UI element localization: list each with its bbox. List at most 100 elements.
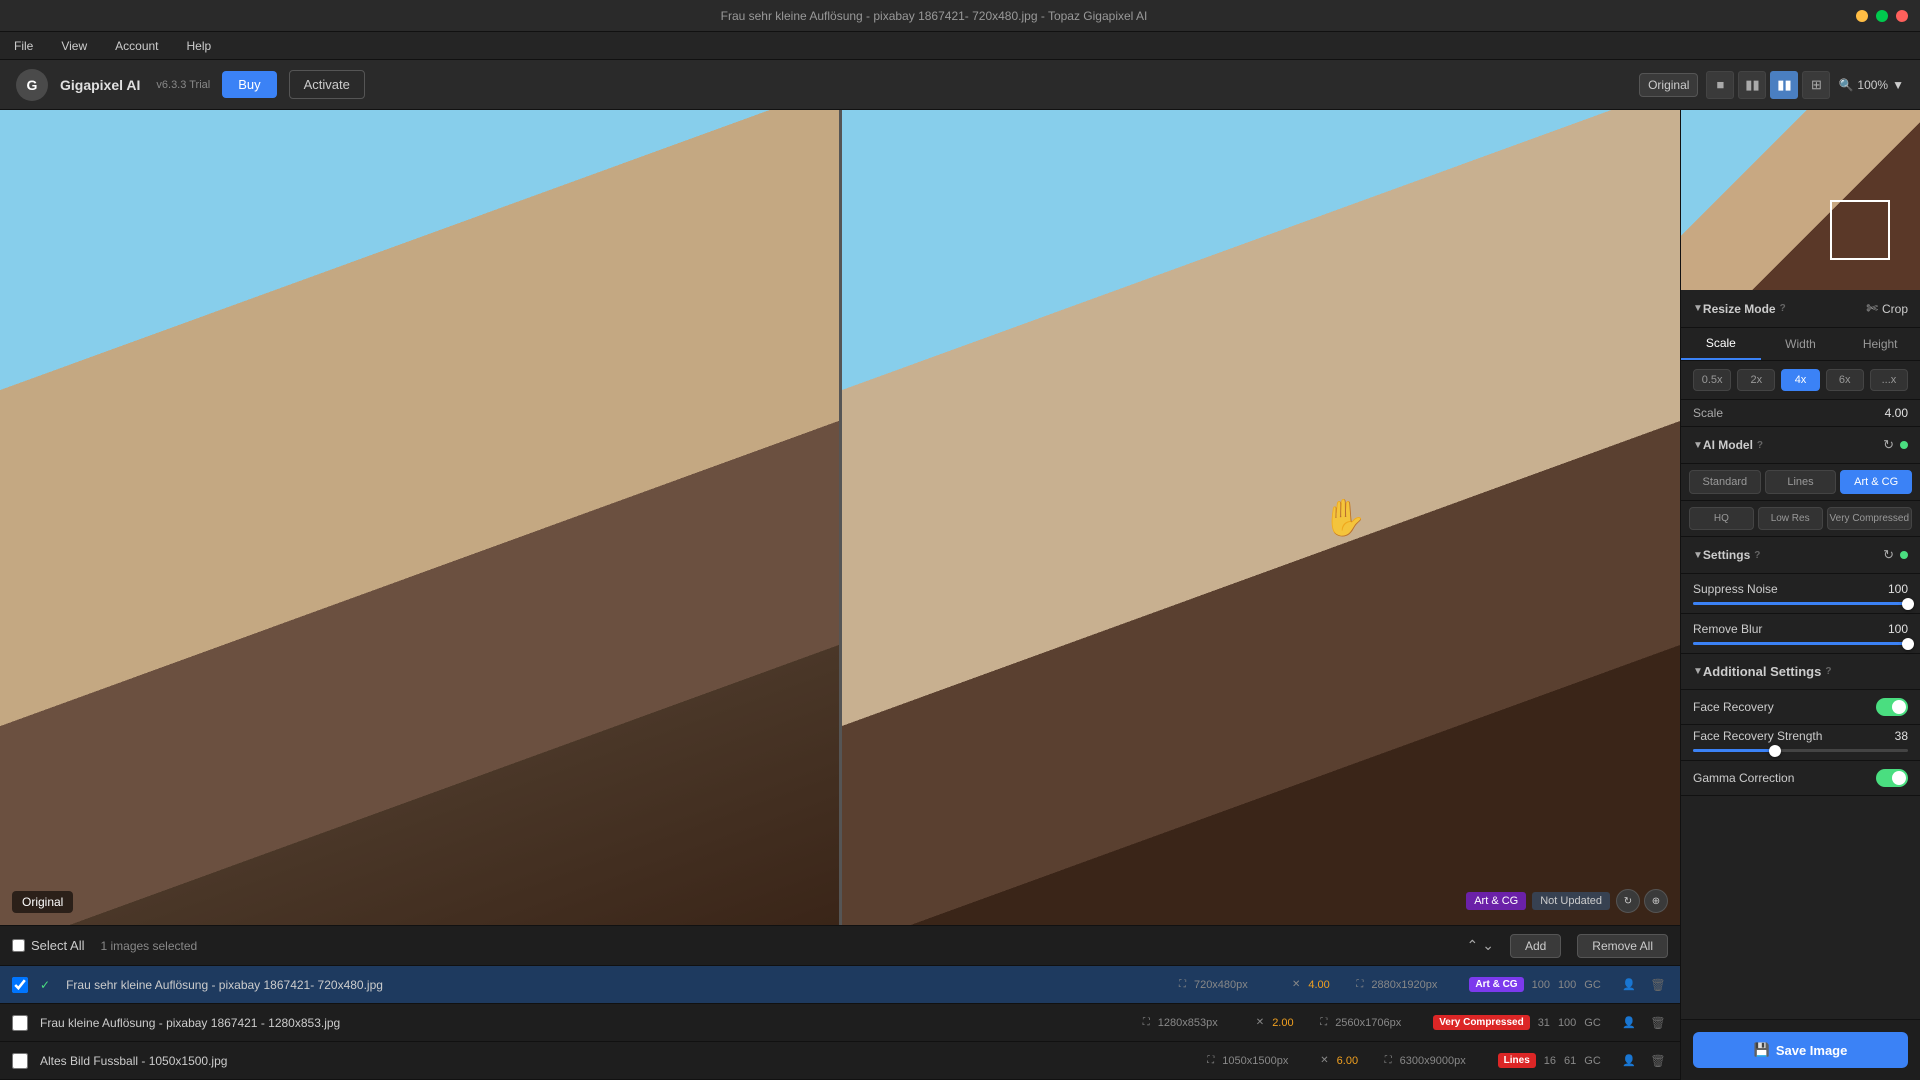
app-logo: G <box>16 69 48 101</box>
file-checkbox-1[interactable] <box>12 1015 28 1031</box>
model-art-cg[interactable]: Art & CG <box>1840 470 1912 494</box>
preset-custom[interactable]: ...x <box>1870 369 1908 391</box>
model-standard[interactable]: Standard <box>1689 470 1761 494</box>
preset-0.5x[interactable]: 0.5x <box>1693 369 1731 391</box>
file-scale-1: 2.00 <box>1272 1017 1312 1029</box>
maximize-button[interactable] <box>1876 10 1888 22</box>
suppress-noise-section: Suppress Noise 100 <box>1681 574 1920 614</box>
file-noise-2: 16 <box>1544 1055 1556 1067</box>
add-button[interactable]: Add <box>1510 934 1561 958</box>
view-split-h-button[interactable]: ▮▮ <box>1770 71 1798 99</box>
app-version: v6.3.3 Trial <box>156 79 210 91</box>
remove-all-button[interactable]: Remove All <box>1577 934 1668 958</box>
select-all-label[interactable]: Select All <box>12 938 84 953</box>
face-recovery-strength-slider[interactable] <box>1693 749 1908 752</box>
image-viewport[interactable]: Original ✋ Art & CG Not Updated ↻ ⊕ <box>0 110 1680 925</box>
file-checkbox-2[interactable] <box>12 1053 28 1069</box>
ai-model-controls: ↻ <box>1883 437 1908 453</box>
save-image-button[interactable]: 💾 Save Image <box>1693 1032 1908 1068</box>
nav-up-button[interactable]: ⌃ <box>1466 937 1478 954</box>
ai-model-chevron[interactable]: ▼ <box>1693 440 1703 451</box>
file-icon-orig-0: ⛶ <box>1179 979 1186 990</box>
file-blur-1: 100 <box>1558 1017 1576 1029</box>
file-checkbox-0[interactable] <box>12 977 28 993</box>
remove-blur-thumb[interactable] <box>1902 638 1914 650</box>
file-delete-1[interactable]: 🗑 <box>1648 1013 1668 1033</box>
file-row[interactable]: Frau kleine Auflösung - pixabay 1867421 … <box>0 1004 1680 1042</box>
menu-view[interactable]: View <box>55 37 93 55</box>
zoom-chevron[interactable]: ▼ <box>1892 78 1904 92</box>
settings-badge-icon[interactable]: ⊕ <box>1644 889 1668 913</box>
file-out-size-1: 2560x1706px <box>1335 1017 1425 1029</box>
tab-width[interactable]: Width <box>1761 328 1841 360</box>
crop-button[interactable]: ✄ Crop <box>1866 300 1908 317</box>
nav-down-button[interactable]: ⌄ <box>1482 937 1494 954</box>
split-view: Original ✋ Art & CG Not Updated ↻ ⊕ <box>0 110 1680 925</box>
buy-button[interactable]: Buy <box>222 71 276 98</box>
suppress-noise-slider[interactable] <box>1693 602 1908 605</box>
file-name-0: Frau sehr kleine Auflösung - pixabay 186… <box>66 978 1167 992</box>
face-recovery-toggle[interactable] <box>1876 698 1908 716</box>
file-status-icon-0: ✓ <box>40 978 50 992</box>
settings-chevron[interactable]: ▼ <box>1693 550 1703 561</box>
settings-help[interactable]: ? <box>1754 550 1760 561</box>
crop-icon: ✄ <box>1866 300 1878 317</box>
additional-chevron[interactable]: ▼ <box>1693 666 1703 677</box>
settings-refresh[interactable]: ↻ <box>1883 547 1894 563</box>
split-divider[interactable] <box>839 110 842 925</box>
remove-blur-fill <box>1693 642 1908 645</box>
file-list-area: Select All 1 images selected ⌃ ⌄ Add Rem… <box>0 925 1680 1080</box>
tab-height[interactable]: Height <box>1840 328 1920 360</box>
additional-help[interactable]: ? <box>1825 666 1831 677</box>
preset-2x[interactable]: 2x <box>1737 369 1775 391</box>
title-bar-title: Frau sehr kleine Auflösung - pixabay 186… <box>12 9 1856 23</box>
original-label: Original <box>12 891 73 913</box>
tab-scale[interactable]: Scale <box>1681 328 1761 360</box>
minimize-button[interactable] <box>1856 10 1868 22</box>
view-single-button[interactable]: ■ <box>1706 71 1734 99</box>
remove-blur-slider[interactable] <box>1693 642 1908 645</box>
quality-very-compressed[interactable]: Very Compressed <box>1827 507 1912 530</box>
quality-low-res[interactable]: Low Res <box>1758 507 1823 530</box>
suppress-noise-thumb[interactable] <box>1902 598 1914 610</box>
model-lines[interactable]: Lines <box>1765 470 1837 494</box>
file-icon-orig-1: ⛶ <box>1143 1017 1150 1028</box>
menu-help[interactable]: Help <box>181 37 218 55</box>
zoom-value: 100% <box>1857 78 1888 92</box>
gamma-correction-toggle[interactable] <box>1876 769 1908 787</box>
ai-model-help[interactable]: ? <box>1757 440 1763 451</box>
activate-button[interactable]: Activate <box>289 70 365 99</box>
compare-icon[interactable]: ↻ <box>1616 889 1640 913</box>
file-delete-0[interactable]: 🗑 <box>1648 975 1668 995</box>
resize-mode-help[interactable]: ? <box>1780 303 1786 314</box>
remove-blur-value: 100 <box>1888 622 1908 636</box>
preset-4x[interactable]: 4x <box>1781 369 1819 391</box>
file-icon-out-0: ⛶ <box>1356 979 1363 990</box>
face-recovery-strength-section: Face Recovery Strength 38 <box>1681 725 1920 761</box>
remove-blur-header: Remove Blur 100 <box>1693 622 1908 636</box>
view-toggle-group: ■ ▮▮ ▮▮ ⊞ <box>1706 71 1830 99</box>
close-button[interactable] <box>1896 10 1908 22</box>
preset-6x[interactable]: 6x <box>1826 369 1864 391</box>
main-layout: Original ✋ Art & CG Not Updated ↻ ⊕ <box>0 110 1920 1080</box>
suppress-noise-value: 100 <box>1888 582 1908 596</box>
resize-mode-chevron[interactable]: ▼ <box>1693 303 1703 314</box>
save-button-container: 💾 Save Image <box>1681 1019 1920 1080</box>
quality-hq[interactable]: HQ <box>1689 507 1754 530</box>
suppress-noise-header: Suppress Noise 100 <box>1693 582 1908 596</box>
file-row[interactable]: ✓ Frau sehr kleine Auflösung - pixabay 1… <box>0 966 1680 1004</box>
ai-model-refresh[interactable]: ↻ <box>1883 437 1894 453</box>
settings-section-header: ▼ Settings ? ↻ <box>1681 537 1920 574</box>
view-grid-button[interactable]: ⊞ <box>1802 71 1830 99</box>
file-row[interactable]: Altes Bild Fussball - 1050x1500.jpg ⛶ 10… <box>0 1042 1680 1080</box>
original-image <box>0 110 839 925</box>
original-view-button[interactable]: Original <box>1639 73 1698 97</box>
file-delete-2[interactable]: 🗑 <box>1648 1051 1668 1071</box>
view-split-v-button[interactable]: ▮▮ <box>1738 71 1766 99</box>
file-person-icon-2: 👤 <box>1622 1054 1636 1067</box>
menu-account[interactable]: Account <box>109 37 164 55</box>
select-all-checkbox[interactable] <box>12 939 25 952</box>
face-recovery-strength-thumb[interactable] <box>1769 745 1781 757</box>
quality-tabs: HQ Low Res Very Compressed <box>1681 501 1920 537</box>
menu-file[interactable]: File <box>8 37 39 55</box>
